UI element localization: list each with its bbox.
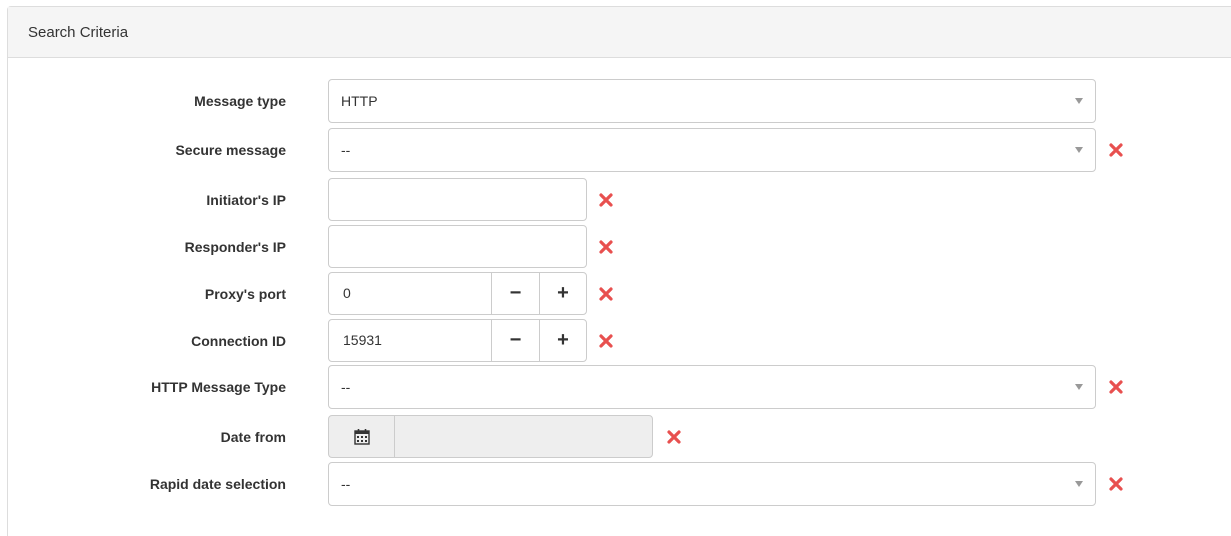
clear-initiator-ip-icon[interactable] (599, 193, 613, 207)
proxy-port-input[interactable]: 0 (329, 273, 491, 314)
message-type-label: Message type (194, 93, 286, 109)
connection-id-label: Connection ID (191, 333, 286, 349)
calendar-icon (353, 428, 370, 445)
clear-rapid-date-selection-icon[interactable] (1109, 477, 1123, 491)
secure-message-label: Secure message (175, 142, 286, 158)
chevron-down-icon (1075, 147, 1083, 153)
initiator-ip-input[interactable] (328, 178, 587, 221)
chevron-down-icon (1075, 98, 1083, 104)
initiator-ip-label: Initiator's IP (206, 192, 286, 208)
search-criteria-panel: Search Criteria Message type HTTP Secure… (7, 6, 1231, 536)
http-message-type-label: HTTP Message Type (151, 379, 286, 395)
rapid-date-selection-value: -- (341, 476, 351, 492)
clear-secure-message-icon[interactable] (1109, 143, 1123, 157)
clear-date-from-icon[interactable] (667, 430, 681, 444)
message-type-select[interactable]: HTTP (328, 79, 1096, 123)
date-from-label: Date from (220, 429, 286, 445)
connection-id-input[interactable]: 15931 (329, 320, 491, 361)
date-from-picker[interactable] (328, 415, 653, 458)
proxy-port-decrement-button[interactable]: − (491, 273, 539, 314)
connection-id-increment-button[interactable]: + (539, 320, 586, 361)
http-message-type-select[interactable]: -- (328, 365, 1096, 409)
rapid-date-selection-label: Rapid date selection (149, 476, 286, 492)
proxy-port-row: Proxy's port 0 − + (8, 272, 1231, 316)
chevron-down-icon (1075, 481, 1083, 487)
secure-message-value: -- (341, 142, 351, 158)
panel-heading: Search Criteria (8, 7, 1231, 58)
panel-title: Search Criteria (28, 23, 129, 41)
connection-id-decrement-button[interactable]: − (491, 320, 539, 361)
chevron-down-icon (1075, 384, 1083, 390)
secure-message-row: Secure message -- (8, 128, 1231, 172)
http-message-type-value: -- (341, 379, 351, 395)
calendar-button[interactable] (329, 416, 395, 457)
clear-responder-ip-icon[interactable] (599, 240, 613, 254)
connection-id-row: Connection ID 15931 − + (8, 319, 1231, 363)
clear-proxy-port-icon[interactable] (599, 287, 613, 301)
rapid-date-selection-select[interactable]: -- (328, 462, 1096, 506)
clear-http-message-type-icon[interactable] (1109, 380, 1123, 394)
responder-ip-label: Responder's IP (184, 239, 286, 255)
http-message-type-row: HTTP Message Type -- (8, 365, 1231, 409)
responder-ip-input[interactable] (328, 225, 587, 268)
initiator-ip-row: Initiator's IP (8, 178, 1231, 222)
date-from-row: Date from (8, 415, 1231, 459)
proxy-port-label: Proxy's port (204, 286, 286, 302)
message-type-value: HTTP (341, 93, 378, 109)
clear-connection-id-icon[interactable] (599, 334, 613, 348)
proxy-port-increment-button[interactable]: + (539, 273, 586, 314)
connection-id-stepper: 15931 − + (328, 319, 587, 362)
rapid-date-selection-row: Rapid date selection -- (8, 462, 1231, 506)
date-from-input[interactable] (395, 416, 652, 457)
message-type-row: Message type HTTP (8, 79, 1231, 123)
secure-message-select[interactable]: -- (328, 128, 1096, 172)
responder-ip-row: Responder's IP (8, 225, 1231, 269)
proxy-port-stepper: 0 − + (328, 272, 587, 315)
